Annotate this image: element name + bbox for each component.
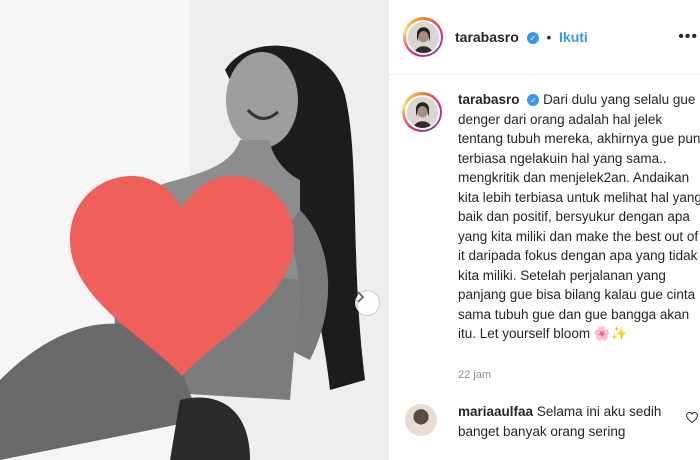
- comment-avatar[interactable]: [405, 404, 437, 436]
- follow-button[interactable]: Ikuti: [559, 29, 588, 45]
- caption-body: Dari dulu yang selalu gue denger dari or…: [458, 92, 700, 341]
- comment-username[interactable]: mariaaulfaa: [458, 404, 533, 419]
- verified-badge-icon: ✓: [526, 32, 539, 45]
- heart-outline-icon[interactable]: [685, 410, 699, 428]
- more-options-icon[interactable]: •••: [678, 28, 698, 46]
- caption-avatar[interactable]: [402, 92, 442, 132]
- avatar[interactable]: [403, 17, 443, 57]
- comment-item: mariaaulfaa Selama ini aku sedih banget …: [403, 402, 700, 442]
- post-caption: tarabasro ✓ Dari dulu yang selalu gue de…: [400, 90, 700, 344]
- separator-dot: •: [546, 30, 552, 45]
- post-photo[interactable]: [0, 0, 388, 460]
- verified-badge-icon: ✓: [527, 94, 540, 107]
- post-header: tarabasro ✓ • Ikuti •••: [389, 0, 700, 75]
- post-timestamp[interactable]: 22 jam: [458, 369, 491, 381]
- caption-username[interactable]: tarabasro: [458, 92, 520, 107]
- header-username[interactable]: tarabasro: [455, 29, 519, 45]
- photo-illustration: [0, 0, 388, 460]
- carousel-next-button[interactable]: [355, 291, 379, 315]
